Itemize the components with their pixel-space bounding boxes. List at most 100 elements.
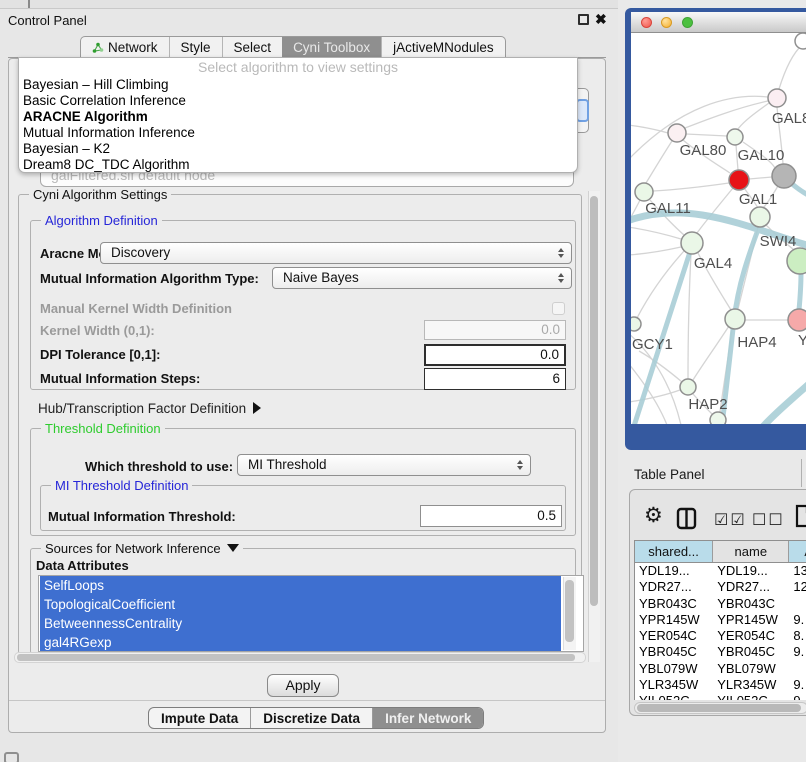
table-cell[interactable]: 9.	[789, 693, 806, 700]
window-minimize-button[interactable]	[661, 17, 672, 28]
apply-button[interactable]: Apply	[267, 674, 339, 697]
table-cell[interactable]: YPR145W	[635, 612, 713, 628]
document-icon[interactable]	[794, 504, 806, 529]
column-header-shared[interactable]: shared...	[635, 541, 713, 562]
table-cell[interactable]	[789, 661, 806, 677]
horizontal-scrollbar-thumb[interactable]	[17, 654, 575, 661]
manual-kernel-checkbox[interactable]	[552, 302, 565, 315]
table-cell[interactable]: 9.	[789, 612, 806, 628]
data-attribute-item[interactable]: gal4RGexp	[40, 633, 561, 652]
table-scrollbar-thumb[interactable]	[637, 704, 801, 712]
dock-mini-icon[interactable]	[4, 752, 19, 762]
table-cell[interactable]: YLR345W	[713, 677, 789, 693]
table-cell[interactable]: 8.	[789, 628, 806, 644]
kernel-width-field[interactable]: 0.0	[424, 320, 566, 340]
network-node[interactable]	[631, 317, 641, 331]
bottom-tab-discretize-data[interactable]: Discretize Data	[250, 708, 372, 728]
columns-icon[interactable]	[676, 507, 697, 530]
table-cell[interactable]: YPR145W	[713, 612, 789, 628]
settings-gear-icon[interactable]: ⚙	[644, 503, 663, 528]
network-window-titlebar[interactable]	[631, 12, 806, 33]
table-row[interactable]: YDR27...YDR27...12	[635, 579, 806, 595]
table-cell[interactable]	[789, 596, 806, 612]
algorithm-option-basic-correlation-inference[interactable]: Basic Correlation Inference	[19, 93, 577, 109]
network-node[interactable]	[788, 309, 806, 331]
network-node[interactable]	[680, 379, 696, 395]
hub-section-toggle[interactable]: Hub/Transcription Factor Definition	[38, 401, 261, 416]
network-node[interactable]	[681, 232, 703, 254]
table-cell[interactable]: YDL19...	[635, 563, 713, 579]
aracne-mode-select[interactable]: Discovery	[100, 242, 572, 264]
table-row[interactable]: YDL19...YDL19...13	[635, 563, 806, 579]
table-row[interactable]: YBR045CYBR045C9.	[635, 644, 806, 660]
table-cell[interactable]: 12	[789, 579, 806, 595]
table-cell[interactable]: YBR043C	[635, 596, 713, 612]
tab-style[interactable]: Style	[169, 37, 222, 58]
which-threshold-select[interactable]: MI Threshold	[237, 454, 531, 476]
table-cell[interactable]: 9.	[789, 677, 806, 693]
network-node[interactable]	[772, 164, 796, 188]
bottom-tab-infer-network[interactable]: Infer Network	[372, 708, 483, 728]
algorithm-option-bayesian-hill-climbing[interactable]: Bayesian – Hill Climbing	[19, 77, 577, 93]
mi-threshold-field[interactable]: 0.5	[420, 505, 562, 527]
table-cell[interactable]: YBR043C	[713, 596, 789, 612]
table-cell[interactable]: 9.	[789, 644, 806, 660]
algorithm-option-bayesian-k2[interactable]: Bayesian – K2	[19, 141, 577, 157]
tab-cyni-toolbox[interactable]: Cyni Toolbox	[282, 37, 381, 58]
mi-steps-field[interactable]: 6	[424, 368, 566, 390]
table-cell[interactable]: YDR27...	[635, 579, 713, 595]
table-row[interactable]: YPR145WYPR145W9.	[635, 612, 806, 628]
attributes-scrollbar-thumb[interactable]	[565, 580, 574, 642]
column-header-a[interactable]: A	[789, 541, 806, 562]
table-cell[interactable]: YBR045C	[635, 644, 713, 660]
deselect-all-checkboxes-icon[interactable]: ☐☐	[752, 510, 785, 530]
table-cell[interactable]: YER054C	[635, 628, 713, 644]
table-cell[interactable]: YDR27...	[713, 579, 789, 595]
tab-jactivemnodules[interactable]: jActiveMNodules	[381, 37, 505, 58]
tab-select[interactable]: Select	[222, 37, 283, 58]
network-node[interactable]	[750, 207, 770, 227]
table-cell[interactable]: YBL079W	[713, 661, 789, 677]
column-header-name[interactable]: name	[713, 541, 789, 562]
panel-scrollbar-thumb[interactable]	[590, 196, 598, 606]
table-cell[interactable]: YIL052C	[713, 693, 789, 700]
data-attribute-item[interactable]: TopologicalCoefficient	[40, 595, 561, 614]
table-cell[interactable]: YER054C	[713, 628, 789, 644]
bottom-tab-impute-data[interactable]: Impute Data	[149, 708, 250, 728]
tab-network[interactable]: Network	[81, 37, 169, 58]
table-row[interactable]: YBR043CYBR043C	[635, 596, 806, 612]
table-cell[interactable]: YBR045C	[713, 644, 789, 660]
table-cell[interactable]: YDL19...	[713, 563, 789, 579]
close-icon[interactable]: ✖	[595, 11, 607, 28]
network-node[interactable]	[710, 412, 726, 424]
data-attributes-list[interactable]: SelfLoopsTopologicalCoefficientBetweenne…	[38, 575, 584, 652]
network-canvas[interactable]: GAL8GAL80GAL10GAL1GAL11GAL4SWI4GCY1HAP4Y…	[631, 33, 806, 424]
select-all-checkboxes-icon[interactable]: ☑☑	[714, 510, 747, 530]
algorithm-option-mutual-information-inference[interactable]: Mutual Information Inference	[19, 125, 577, 141]
window-close-button[interactable]	[641, 17, 652, 28]
dpi-tolerance-field[interactable]: 0.0	[424, 344, 566, 366]
table-cell[interactable]: YBL079W	[635, 661, 713, 677]
table-row[interactable]: YLR345WYLR345W9.	[635, 677, 806, 693]
network-node[interactable]	[727, 129, 743, 145]
data-attribute-item[interactable]: SelfLoops	[40, 576, 561, 595]
network-node[interactable]	[668, 124, 686, 142]
network-node[interactable]	[787, 248, 806, 274]
algorithm-option-aracne-algorithm[interactable]: ARACNE Algorithm	[19, 109, 577, 125]
network-node[interactable]	[729, 170, 749, 190]
float-window-icon[interactable]	[578, 14, 589, 25]
network-node[interactable]	[768, 89, 786, 107]
splitter-handle[interactable]	[28, 0, 30, 8]
data-attribute-item[interactable]: BetweennessCentrality	[40, 614, 561, 633]
algorithm-option-dream8-dc-tdc-algorithm[interactable]: Dream8 DC_TDC Algorithm	[19, 157, 577, 173]
network-node[interactable]	[725, 309, 745, 329]
window-zoom-button[interactable]	[682, 17, 693, 28]
table-row[interactable]: YBL079WYBL079W	[635, 661, 806, 677]
table-cell[interactable]: 13	[789, 563, 806, 579]
network-node[interactable]	[635, 183, 653, 201]
mi-type-select[interactable]: Naive Bayes	[272, 267, 572, 289]
table-row[interactable]: YER054CYER054C8.	[635, 628, 806, 644]
table-row[interactable]: YIL052CYIL052C9.	[635, 693, 806, 700]
sources-title[interactable]: Sources for Network Inference	[41, 541, 243, 556]
network-node[interactable]	[795, 33, 806, 49]
